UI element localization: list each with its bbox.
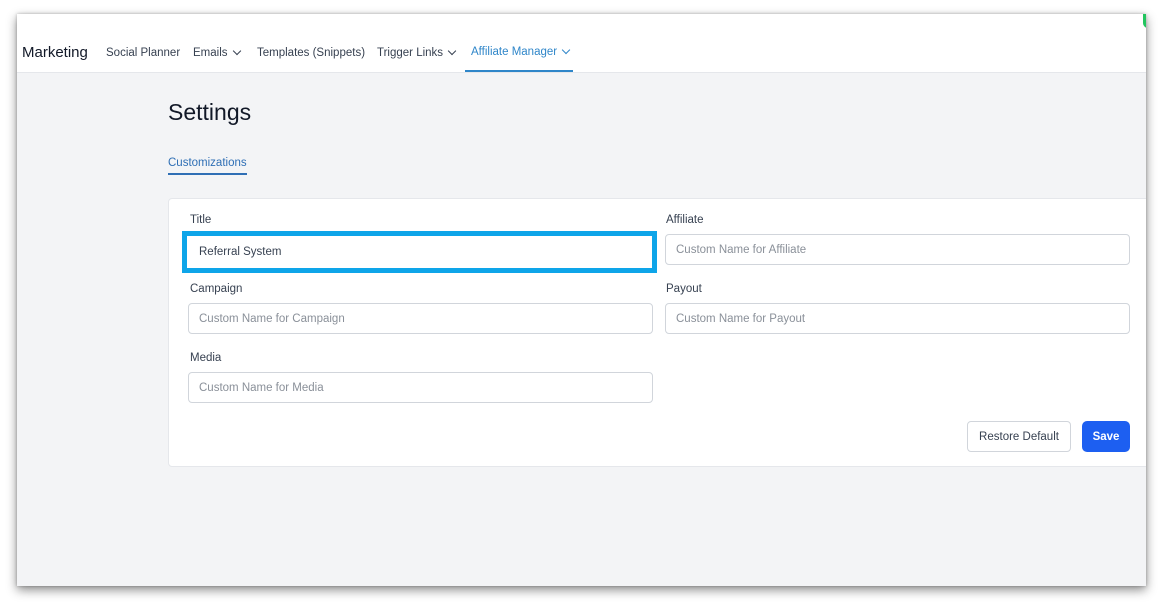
top-nav-bar: Marketing Social Planner Emails Template… [17,14,1146,73]
chevron-down-icon [447,46,457,56]
title-input[interactable] [182,231,657,273]
chevron-down-icon [232,46,241,56]
restore-default-button[interactable]: Restore Default [967,421,1071,452]
nav-trigger-links-label: Trigger Links [377,47,444,59]
page-title: Settings [168,99,252,125]
chevron-down-icon [561,45,571,55]
media-label: Media [190,352,222,364]
tab-customizations[interactable]: Customizations [168,157,247,175]
nav-emails-label: Emails [193,47,228,59]
campaign-label: Campaign [190,283,243,295]
title-label: Title [190,214,212,226]
nav-social-planner-label: Social Planner [106,47,181,59]
affiliate-input[interactable] [665,234,1130,265]
affiliate-label: Affiliate [666,214,704,226]
nav-templates[interactable]: Templates (Snippets) [257,47,365,59]
media-input[interactable] [188,372,653,403]
active-nav-indicator [465,70,573,72]
app-window: Marketing Social Planner Emails Template… [17,14,1146,586]
nav-emails[interactable]: Emails [193,46,241,59]
save-button[interactable]: Save [1082,421,1130,452]
status-indicator-icon [1143,14,1146,28]
customizations-card: Title Affiliate Campaign Payout Media Re… [168,198,1146,467]
payout-input[interactable] [665,303,1130,334]
nav-affiliate-manager-label: Affiliate Manager [471,46,558,58]
campaign-input[interactable] [188,303,653,334]
payout-label: Payout [666,283,702,295]
nav-templates-label: Templates (Snippets) [257,47,366,59]
nav-trigger-links[interactable]: Trigger Links [377,46,457,59]
nav-affiliate-manager[interactable]: Affiliate Manager [471,45,571,58]
app-brand: Marketing [22,44,88,61]
nav-social-planner[interactable]: Social Planner [106,47,180,59]
